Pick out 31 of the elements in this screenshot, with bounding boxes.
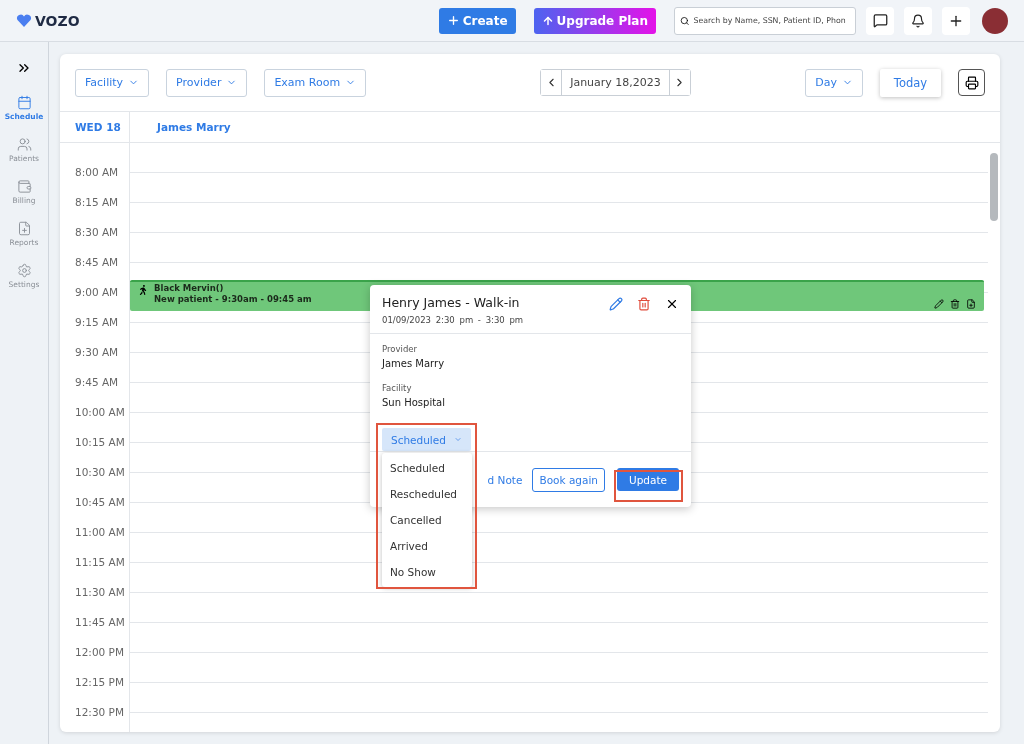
field-value: James Marry [382,358,446,369]
popup-date-time: 01/09/2023 2:30 pm - 3:30 pm [382,315,525,325]
time-label: 8:00 AM [75,166,119,178]
field-value: Sun Hospital [382,397,446,408]
field-label: Provider [382,344,418,354]
time-label: 12:15 PM [75,676,124,688]
time-label: 9:45 AM [75,376,119,388]
time-label: 10:15 AM [75,436,125,448]
time-label: 10:30 AM [75,466,125,478]
time-label: 9:15 AM [75,316,119,328]
time-label: 9:00 AM [75,286,119,298]
time-label: 11:00 AM [75,526,125,538]
time-label: 8:45 AM [75,256,119,268]
event-detail: New patient - 9:30am - 09:45 am [154,294,312,304]
time-label: 10:45 AM [75,496,125,508]
logo-text: VOZO [35,12,80,29]
field-label: Facility [382,383,413,393]
time-label: 12:30 PM [75,706,124,718]
date-label: January 18,2023 [561,70,670,95]
day-heading: WED 18 [75,121,121,133]
provider-heading: James Marry [157,121,231,133]
time-label: 8:15 AM [75,196,119,208]
time-label: 10:00 AM [75,406,125,418]
time-label: 8:30 AM [75,226,119,238]
time-label: 12:00 PM [75,646,124,658]
event-name: Black Mervin() [154,283,224,293]
time-label: 11:45 AM [75,616,125,628]
time-label: 11:15 AM [75,556,125,568]
popup-title: Henry James - Walk-in [382,295,521,310]
time-label: 11:30 AM [75,586,125,598]
time-label: 9:30 AM [75,346,119,358]
